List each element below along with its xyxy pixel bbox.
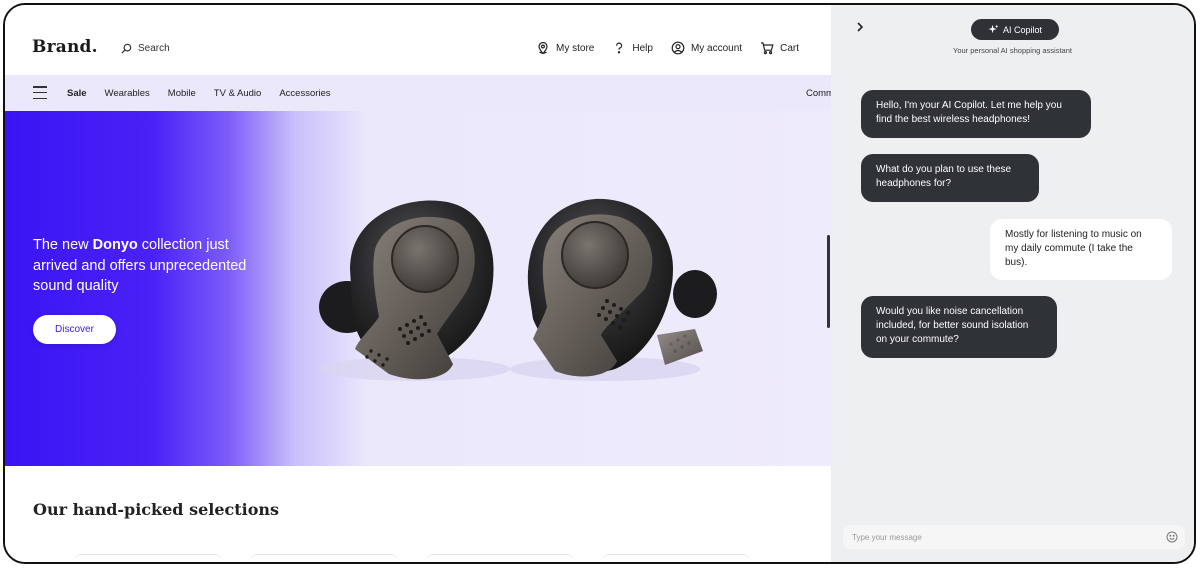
category-accessories[interactable]: Accessories: [279, 88, 330, 99]
my-account-label: My account: [690, 42, 743, 54]
location-pin-icon: [538, 41, 548, 55]
hero-banner: The new Donyo collection just arrived an…: [5, 111, 831, 466]
user-message: Mostly for listening to music on my dail…: [990, 219, 1172, 280]
help-link[interactable]: Help: [612, 41, 653, 55]
category-bar: Sale Wearables Mobile TV & Audio Accesso…: [5, 75, 831, 111]
bot-message: What do you plan to use these headphones…: [861, 154, 1039, 202]
discover-button[interactable]: Discover: [33, 315, 116, 344]
category-sale[interactable]: Sale: [67, 88, 87, 99]
search-icon: [121, 43, 132, 54]
hamburger-menu-icon[interactable]: [33, 86, 47, 99]
product-card[interactable]: [249, 554, 399, 562]
user-circle-icon: [671, 41, 685, 55]
help-label: Help: [632, 42, 653, 54]
app-window: Brand. Search My store Help My account C…: [3, 3, 1196, 564]
my-store-label: My store: [556, 42, 595, 54]
product-card[interactable]: [601, 554, 751, 562]
copilot-subtitle: Your personal AI shopping assistant: [953, 46, 1072, 55]
bot-message: Hello, I'm your AI Copilot. Let me help …: [861, 90, 1091, 138]
sparkle-icon: [988, 24, 999, 34]
page-scrollbar[interactable]: [827, 235, 830, 328]
category-overflow[interactable]: Comm: [806, 88, 831, 99]
search-button[interactable]: Search: [121, 43, 170, 54]
smiley-icon[interactable]: [1166, 531, 1178, 543]
shop-page: Brand. Search My store Help My account C…: [5, 5, 831, 562]
category-tv-audio[interactable]: TV & Audio: [214, 88, 262, 99]
search-label: Search: [138, 43, 170, 54]
category-wearables[interactable]: Wearables: [105, 88, 150, 99]
my-store-link[interactable]: My store: [536, 41, 594, 55]
header-nav: My store Help My account Cart: [536, 41, 799, 55]
message-input[interactable]: [843, 525, 1153, 549]
copilot-title: AI Copilot: [1002, 24, 1043, 35]
top-header: Brand. Search My store Help My account C…: [5, 5, 831, 75]
copilot-panel: AI Copilot Your personal AI shopping ass…: [831, 5, 1194, 562]
product-card[interactable]: [73, 554, 223, 562]
bot-message: Would you like noise cancellation includ…: [861, 296, 1057, 358]
cart-icon: [761, 42, 774, 55]
ai-copilot-badge[interactable]: AI Copilot: [971, 19, 1059, 40]
product-card[interactable]: [425, 554, 575, 562]
my-account-link[interactable]: My account: [671, 41, 742, 55]
brand-logo[interactable]: Brand.: [32, 37, 98, 57]
cart-label: Cart: [780, 42, 799, 54]
category-list: Sale Wearables Mobile TV & Audio Accesso…: [67, 88, 331, 99]
earbuds-product-image: [319, 198, 717, 381]
cart-link[interactable]: Cart: [760, 41, 799, 55]
chevron-right-icon[interactable]: [854, 21, 866, 33]
section-title: Our hand-picked selections: [33, 500, 280, 519]
category-mobile[interactable]: Mobile: [168, 88, 196, 99]
message-composer: [843, 525, 1185, 549]
hero-headline: The new Donyo collection just arrived an…: [33, 237, 247, 294]
question-mark-icon: [616, 42, 623, 54]
